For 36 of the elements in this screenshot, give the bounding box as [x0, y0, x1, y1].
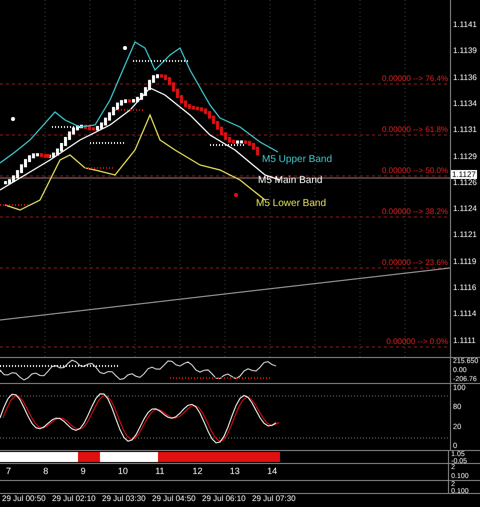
- hour-label: 9: [80, 466, 86, 476]
- fibonacci-level-label: 0.00000 --> 38.2%: [382, 207, 448, 216]
- time-axis-label: 29 Jul 03:30: [102, 494, 146, 504]
- fibonacci-level-label: 0.00000 --> 0.0%: [386, 337, 448, 346]
- price-axis-label: 1.1129: [453, 152, 477, 160]
- hour-label: 12: [192, 466, 203, 476]
- price-axis-label: 1.1119: [453, 256, 476, 266]
- time-axis-label: 29 Jul 04:50: [152, 494, 196, 504]
- hour-label: 7: [6, 466, 12, 476]
- price-axis-label: 1.1139: [453, 46, 477, 56]
- price-axis-label: 1.1116: [453, 283, 476, 292]
- price-axis-label: 1.1114: [453, 309, 476, 318]
- fibonacci-level-label: 0.00000 --> 76.4%: [382, 74, 448, 83]
- price-axis-label: 1.1121: [453, 230, 477, 240]
- price-axis-label: 1.1126: [453, 178, 477, 187]
- time-axis-label: 29 Jul 07:30: [252, 494, 296, 504]
- hour-label: 11: [155, 466, 165, 476]
- price-axis-label: 1.1136: [453, 72, 477, 82]
- fibonacci-level-label: 0.00000 --> 61.8%: [382, 125, 448, 134]
- price-axis-label: 1.1124: [453, 204, 477, 214]
- current-price-label: 1.1127: [451, 170, 477, 179]
- fibonacci-level-label: 0.00000 --> 23.6%: [382, 258, 448, 267]
- price-axis-label: 1.1141: [453, 20, 477, 29]
- time-axis-label: 29 Jul 06:10: [202, 494, 246, 504]
- time-axis-label: 29 Jul 02:10: [52, 494, 96, 504]
- time-axis-label: 29 Jul 00:50: [2, 494, 46, 504]
- band-label: M5 Upper Band: [262, 154, 332, 165]
- price-axis-label: 1.1131: [453, 125, 477, 134]
- hour-label: 13: [230, 466, 240, 476]
- hour-label: 8: [43, 466, 48, 476]
- price-axis-label: 1.1134: [453, 98, 477, 108]
- band-label: M5 Lower Band: [256, 198, 326, 209]
- hour-label: 14: [267, 466, 278, 476]
- hour-label: 10: [118, 466, 128, 476]
- fibonacci-level-label: 0.00000 --> 50.0%: [382, 166, 448, 175]
- price-axis-label: 1.1111: [453, 336, 476, 345]
